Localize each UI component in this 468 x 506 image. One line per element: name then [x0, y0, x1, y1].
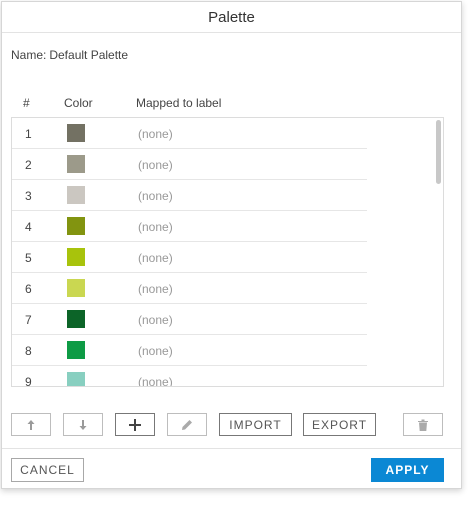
- plus-icon: [129, 418, 141, 431]
- palette-row[interactable]: 4 (none): [12, 211, 367, 242]
- add-color-button[interactable]: [115, 413, 155, 436]
- row-mapped-label: (none): [138, 375, 173, 387]
- palette-name-label: Name:: [11, 48, 47, 62]
- cancel-button[interactable]: CANCEL: [11, 458, 84, 482]
- delete-color-button[interactable]: [403, 413, 443, 436]
- palette-color-list[interactable]: 1 (none) 2 (none) 3 (none) 4 (none) 5 (n…: [11, 117, 444, 387]
- row-mapped-label: (none): [138, 251, 173, 265]
- palette-row[interactable]: 2 (none): [12, 149, 367, 180]
- column-header-mapped: Mapped to label: [136, 96, 222, 110]
- palette-row[interactable]: 1 (none): [12, 118, 367, 149]
- row-index: 1: [25, 127, 32, 141]
- row-index: 5: [25, 251, 32, 265]
- palette-row[interactable]: 3 (none): [12, 180, 367, 211]
- row-mapped-label: (none): [138, 220, 173, 234]
- color-swatch[interactable]: [67, 310, 85, 328]
- dialog-title: Palette: [2, 2, 461, 33]
- palette-name-value: Default Palette: [49, 48, 129, 62]
- move-down-button[interactable]: [63, 413, 103, 436]
- footer-divider: [2, 448, 461, 449]
- import-button[interactable]: IMPORT: [219, 413, 292, 436]
- palette-dialog: Palette Name: Default Palette # Color Map…: [1, 1, 462, 489]
- row-index: 3: [25, 189, 32, 203]
- edit-color-button[interactable]: [167, 413, 207, 436]
- palette-row[interactable]: 9 (none): [12, 366, 367, 387]
- trash-icon: [418, 419, 428, 431]
- arrow-down-icon: [78, 419, 88, 431]
- color-swatch[interactable]: [67, 124, 85, 142]
- column-header-index: #: [23, 96, 30, 110]
- column-header-color: Color: [64, 96, 93, 110]
- palette-row[interactable]: 8 (none): [12, 335, 367, 366]
- move-up-button[interactable]: [11, 413, 51, 436]
- color-swatch[interactable]: [67, 217, 85, 235]
- row-mapped-label: (none): [138, 158, 173, 172]
- pencil-icon: [181, 419, 193, 431]
- export-button[interactable]: EXPORT: [303, 413, 376, 436]
- row-mapped-label: (none): [138, 282, 173, 296]
- color-swatch[interactable]: [67, 248, 85, 266]
- row-mapped-label: (none): [138, 344, 173, 358]
- row-index: 8: [25, 344, 32, 358]
- row-mapped-label: (none): [138, 313, 173, 327]
- row-index: 6: [25, 282, 32, 296]
- palette-row[interactable]: 7 (none): [12, 304, 367, 335]
- color-swatch[interactable]: [67, 279, 85, 297]
- color-swatch[interactable]: [67, 155, 85, 173]
- row-mapped-label: (none): [138, 127, 173, 141]
- palette-row[interactable]: 5 (none): [12, 242, 367, 273]
- row-index: 4: [25, 220, 32, 234]
- row-index: 7: [25, 313, 32, 327]
- arrow-up-icon: [26, 419, 36, 431]
- palette-name: Name: Default Palette: [11, 48, 131, 62]
- color-swatch[interactable]: [67, 341, 85, 359]
- apply-button[interactable]: APPLY: [371, 458, 444, 482]
- row-index: 2: [25, 158, 32, 172]
- row-mapped-label: (none): [138, 189, 173, 203]
- list-scrollbar-thumb[interactable]: [436, 120, 441, 184]
- color-swatch[interactable]: [67, 372, 85, 386]
- palette-row[interactable]: 6 (none): [12, 273, 367, 304]
- row-index: 9: [25, 375, 32, 387]
- color-swatch[interactable]: [67, 186, 85, 204]
